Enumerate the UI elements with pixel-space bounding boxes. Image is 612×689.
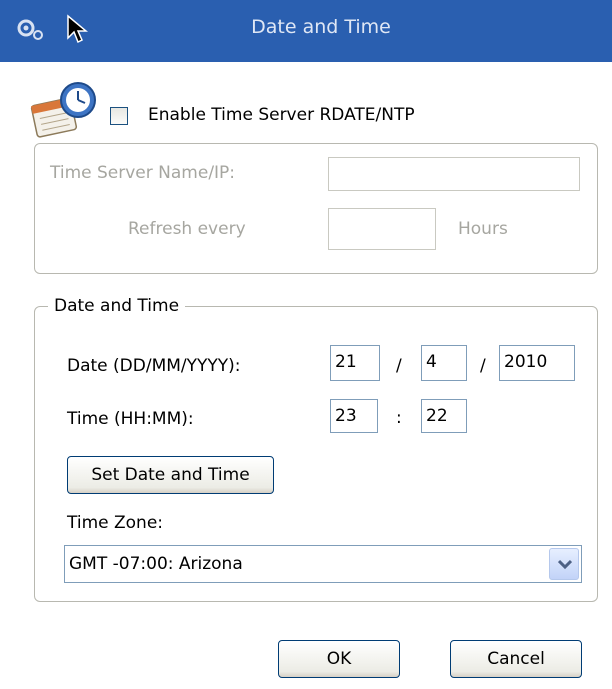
date-separator: / [396,356,402,376]
timezone-select[interactable]: GMT -07:00: Arizona [64,545,582,583]
day-input[interactable]: 21 [330,345,380,381]
time-server-label: Time Server Name/IP: [50,163,236,183]
date-label: Date (DD/MM/YYYY): [67,356,241,376]
year-input[interactable]: 2010 [499,345,575,381]
chevron-down-icon [558,559,572,570]
calendar-clock-icon [28,78,100,145]
refresh-input[interactable] [328,208,436,250]
hour-input[interactable]: 23 [330,399,378,433]
time-server-input[interactable] [328,157,580,191]
refresh-label: Refresh every [128,219,246,239]
minute-input[interactable]: 22 [421,399,467,433]
ok-button[interactable]: OK [278,640,400,678]
time-separator: : [396,408,402,428]
timezone-value: GMT -07:00: Arizona [69,554,243,574]
timezone-dropdown-button[interactable] [549,548,579,580]
timezone-label: Time Zone: [67,513,164,533]
title-bar[interactable]: Date and Time [0,0,612,62]
hours-label: Hours [458,219,508,239]
date-time-group-label: Date and Time [48,296,186,316]
time-label: Time (HH:MM): [67,409,194,429]
enable-ntp-checkbox[interactable] [110,107,128,125]
enable-ntp-label: Enable Time Server RDATE/NTP [148,105,415,125]
month-input[interactable]: 4 [421,345,467,381]
cancel-button[interactable]: Cancel [450,640,582,678]
window-title: Date and Time [251,16,391,38]
date-separator: / [480,356,486,376]
set-date-time-button[interactable]: Set Date and Time [67,456,274,494]
